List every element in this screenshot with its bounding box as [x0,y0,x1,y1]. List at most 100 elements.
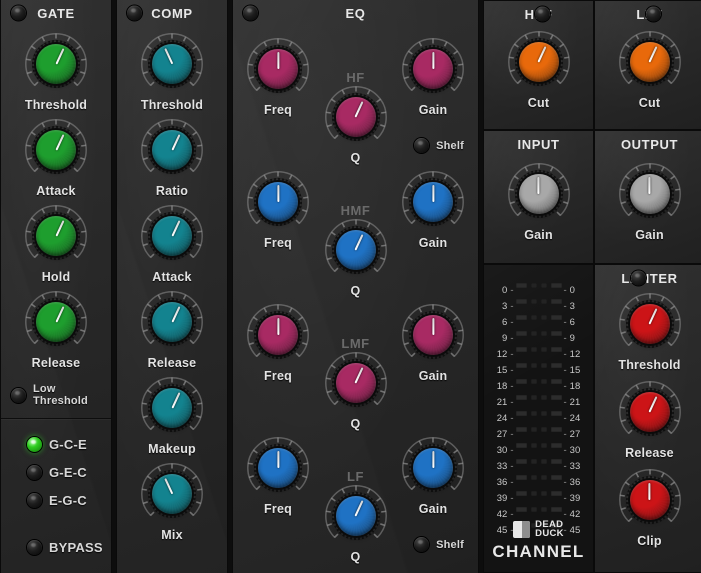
comp-attack-knob[interactable]: Attack [141,205,203,284]
eq-hmf-freq-label: Freq [264,236,292,250]
eq-lf-shelf-label: Shelf [436,539,464,551]
eq-hf-freq-knob[interactable]: Freq [247,38,309,117]
limiter-threshold-knob[interactable]: Threshold [618,293,680,372]
hpf-cut-knob[interactable]: Cut [508,31,570,110]
bypass-label: BYPASS [49,540,103,555]
eq-lf-shelf-toggle[interactable]: Shelf [414,537,464,552]
meter-segment [551,411,562,416]
input-gain-knob[interactable]: Gain [508,163,570,242]
meter-segment [516,475,527,480]
limiter-enable-led[interactable] [631,271,646,286]
eq-lf-shelf-led[interactable] [414,537,429,552]
eq-hf-q-knob[interactable]: Q [325,86,387,165]
routing-g-e-c-led[interactable] [27,465,42,480]
meter-column [531,283,537,539]
eq-hmf-gain-label: Gain [419,236,448,250]
low-threshold-toggle[interactable]: Low Threshold [11,383,111,407]
comp-enable-led[interactable] [127,6,142,21]
meter-segment [551,491,562,496]
gate-release-label: Release [32,356,81,370]
eq-band-lmf-name: LMF [341,336,369,351]
eq-hmf-gain-knob[interactable]: Gain [402,171,464,250]
brand-line-2: DUCK [535,529,564,539]
output-gain-knob[interactable]: Gain [619,163,681,242]
eq-lf-q-knob[interactable]: Q [325,485,387,564]
meter-column [516,283,527,539]
eq-lf-freq-knob[interactable]: Freq [247,437,309,516]
meter-limiter-row: 0-3-6-9-12-15-18-21-24-27-30-33-36-39-42… [483,264,701,573]
meter-segment [531,491,537,496]
routing-g-c-e-led[interactable] [27,437,42,452]
comp-ratio-knob[interactable]: Ratio [141,119,203,198]
meter-segment [531,283,537,288]
eq-lmf-gain-knob[interactable]: Gain [402,304,464,383]
meter-segment [541,283,547,288]
meter-scale-mark: 9- [497,331,514,347]
limiter-release-knob[interactable]: Release [619,381,681,460]
eq-lf-gain-label: Gain [419,502,448,516]
meter-scale-mark: 15- [497,363,514,379]
routing-g-c-e-label: G-C-E [49,437,87,452]
comp-release-knob[interactable]: Release [141,291,203,370]
comp-makeup-knob[interactable]: Makeup [141,377,203,456]
eq-band-lf: LF Freq Gain Q Shelf [233,425,478,558]
gate-attack-label: Attack [36,184,75,198]
eq-panel: EQ HF Freq Gain Q Shelf [232,0,479,573]
eq-lf-gain-knob[interactable]: Gain [402,437,464,516]
routing-e-g-c-led[interactable] [27,493,42,508]
eq-hf-shelf-led[interactable] [414,138,429,153]
meter-segment [541,411,547,416]
routing-e-g-c-label: E-G-C [49,493,87,508]
eq-enable-led[interactable] [243,6,258,21]
routing-option-e-g-c[interactable]: E-G-C [27,493,111,508]
eq-band-hf: HF Freq Gain Q Shelf [233,26,478,159]
meter-segment [541,459,547,464]
meter-scale-mark: 27- [497,427,514,443]
comp-attack-label: Attack [152,270,191,284]
meter-segment [541,347,547,352]
meter-segment [541,379,547,384]
meter-scale-mark: -6 [564,315,581,331]
eq-lmf-q-knob[interactable]: Q [325,352,387,431]
eq-lmf-freq-knob[interactable]: Freq [247,304,309,383]
meter-scale-mark: -33 [564,459,581,475]
bypass-toggle[interactable]: BYPASS [27,540,111,555]
gate-attack-knob[interactable]: Attack [25,119,87,198]
meter-segment [531,347,537,352]
gate-hold-knob[interactable]: Hold [25,205,87,284]
gate-release-knob[interactable]: Release [25,291,87,370]
eq-hf-gain-knob[interactable]: Gain [402,38,464,117]
eq-band-hf-name: HF [346,70,364,85]
product-name: CHANNEL [492,542,584,562]
meter-segment [531,507,537,512]
gate-threshold-knob[interactable]: Threshold [25,33,87,112]
comp-mix-knob[interactable]: Mix [141,463,203,542]
routing-option-g-e-c[interactable]: G-E-C [27,465,111,480]
eq-hf-shelf-label: Shelf [436,140,464,152]
eq-lf-q-label: Q [351,550,361,564]
low-threshold-led[interactable] [11,388,26,403]
meter-scale-mark: 0- [497,283,514,299]
comp-threshold-knob[interactable]: Threshold [141,33,203,112]
lpf-enable-led[interactable] [646,7,661,22]
limiter-clip-knob[interactable]: Clip [619,469,681,548]
hpf-enable-led[interactable] [535,7,550,22]
brand-logo-top: DEAD DUCK [513,520,564,539]
meter-scale-mark: -27 [564,427,581,443]
bypass-led[interactable] [27,540,42,555]
lpf-cut-knob[interactable]: Cut [619,31,681,110]
comp-knobs: Threshold Ratio Attack Release Makeup [117,26,227,542]
routing-option-g-c-e[interactable]: G-C-E [27,437,111,452]
meter-segment [531,411,537,416]
gate-enable-led[interactable] [11,6,26,21]
meter-segment [531,379,537,384]
comp-release-label: Release [148,356,197,370]
meter-segment [516,331,527,336]
eq-hmf-q-knob[interactable]: Q [325,219,387,298]
eq-hf-shelf-toggle[interactable]: Shelf [414,138,464,153]
eq-hmf-freq-knob[interactable]: Freq [247,171,309,250]
limiter-panel: LIMITER Threshold Release Clip [594,264,701,573]
meter-scale-mark: 21- [497,395,514,411]
meter-scale-mark: 33- [497,459,514,475]
input-panel: INPUT Gain [483,130,594,264]
